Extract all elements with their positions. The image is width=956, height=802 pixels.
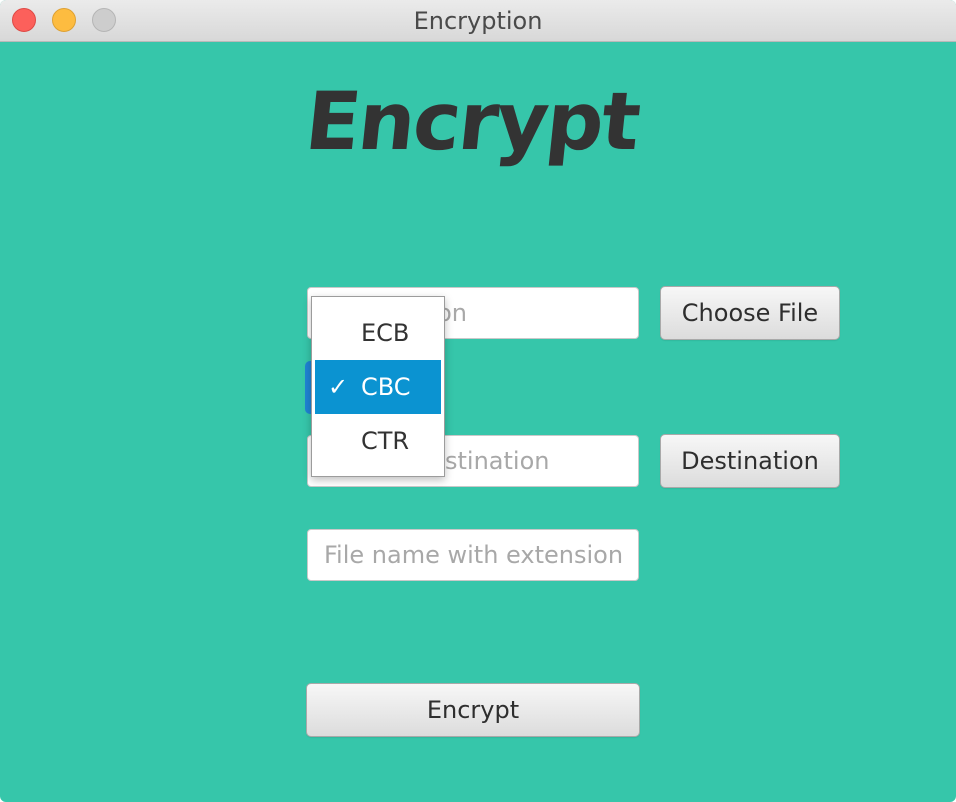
mode-option-ecb[interactable]: ECB bbox=[315, 306, 441, 360]
page-heading: Encrypt bbox=[301, 75, 644, 168]
mode-option-label: ECB bbox=[361, 319, 410, 347]
choose-file-button[interactable]: Choose File bbox=[660, 286, 840, 340]
destination-button[interactable]: Destination bbox=[660, 434, 840, 488]
encrypt-button[interactable]: Encrypt bbox=[306, 683, 640, 737]
title-bar[interactable]: Encryption bbox=[0, 0, 956, 42]
mode-option-ctr[interactable]: CTR bbox=[315, 414, 441, 468]
app-window: Encryption Encrypt Choose File Destinati… bbox=[0, 0, 956, 802]
cipher-mode-dropdown: ECB ✓ CBC CTR bbox=[311, 296, 445, 477]
mode-option-label: CBC bbox=[361, 373, 411, 401]
window-title: Encryption bbox=[413, 7, 543, 35]
mode-option-label: CTR bbox=[361, 427, 410, 455]
mode-option-cbc[interactable]: ✓ CBC bbox=[315, 360, 441, 414]
file-name-input[interactable] bbox=[307, 529, 639, 581]
checkmark-icon: ✓ bbox=[327, 373, 349, 401]
